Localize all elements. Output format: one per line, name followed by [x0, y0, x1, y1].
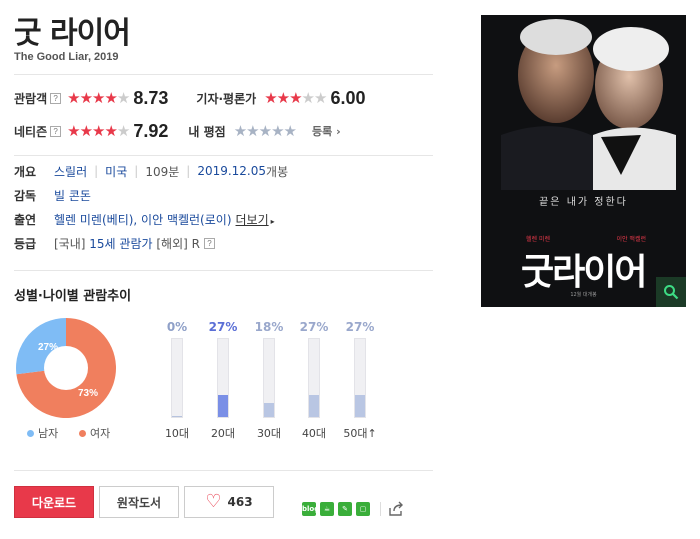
cafe-share-icon[interactable]: ☕	[320, 502, 334, 516]
age-bar-label: 50대↑	[343, 427, 377, 440]
heart-icon: ♡	[205, 491, 222, 512]
age-bar-fill	[218, 395, 228, 417]
age-bar-4: 27% 50대↑	[340, 320, 380, 441]
age-bar-2: 18% 30대	[249, 320, 289, 441]
age-bar-label: 40대	[301, 427, 327, 440]
critic-score: 6.00	[330, 87, 366, 108]
legend-male: 남자	[27, 425, 58, 441]
director-label: 감독	[14, 188, 37, 203]
cast-more-link[interactable]: 더보기 ▸	[236, 211, 275, 228]
cast-link[interactable]: 헬렌 미렌(베티), 이안 맥켈런(로이)	[54, 211, 232, 228]
help-icon[interactable]: ?	[50, 92, 62, 104]
share-icons: blog ☕ ✎ ▢	[302, 500, 405, 518]
cast-label: 출연	[14, 212, 37, 227]
age-bar-pct: 27%	[299, 320, 329, 334]
audience-rating-label: 관람객	[14, 91, 48, 106]
age-bar-pct: 27%	[208, 320, 238, 334]
download-button[interactable]: 다운로드	[14, 486, 94, 518]
director-link[interactable]: 빌 콘돈	[54, 187, 91, 204]
poster-tagline: 끝은 내가 정한다	[539, 197, 628, 208]
grade-kr-prefix: [국내]	[54, 236, 86, 251]
grade-row: 등급 [국내] 15세 관람가 [해외] R ?	[14, 234, 221, 252]
grade-kr-link[interactable]: 15세 관람가	[89, 235, 152, 252]
netizen-rating-label: 네티즌	[14, 124, 48, 139]
runtime: 109분	[145, 164, 180, 179]
movie-original-title: The Good Liar, 2019	[14, 51, 119, 63]
my-rating-stars[interactable]: ★★★★★	[234, 123, 297, 139]
age-bar-fill	[172, 416, 182, 417]
male-legend-label: 남자	[38, 427, 59, 440]
genre-link[interactable]: 스릴러	[54, 163, 87, 180]
like-button[interactable]: ♡ 463	[184, 486, 274, 518]
grade-label: 등급	[14, 236, 37, 251]
cast-row: 출연 헬렌 미렌(베티), 이안 맥켈런(로이) 더보기 ▸	[14, 210, 275, 228]
help-icon[interactable]: ?	[203, 237, 215, 249]
poster-name-right: 이안 맥켈런	[616, 236, 646, 243]
share-icon[interactable]	[387, 500, 405, 518]
my-rating-label: 내 평점	[188, 124, 226, 139]
female-pct-label: 73%	[78, 388, 98, 399]
poster-name-left: 헬렌 미렌	[526, 236, 550, 243]
age-bar-pct: 0%	[166, 320, 188, 334]
bookmark-share-icon[interactable]: ✎	[338, 502, 352, 516]
age-bar-track	[308, 338, 320, 418]
legend-female: 여자	[79, 425, 110, 441]
gender-donut-chart: 27% 73%	[16, 318, 116, 418]
release-date-link[interactable]: 2019.12.05	[197, 164, 266, 178]
age-bar-track	[171, 338, 183, 418]
movie-title: 굿 라이어	[14, 16, 131, 51]
audience-stars: ★★★★★	[67, 88, 130, 107]
age-bar-1: 27% 20대	[203, 320, 243, 441]
age-bar-fill	[355, 395, 365, 417]
age-bar-pct: 18%	[254, 320, 284, 334]
register-rating-link[interactable]: 등록 ›	[312, 123, 341, 139]
age-bar-track	[217, 338, 229, 418]
zoom-button[interactable]	[656, 277, 686, 307]
male-pct-label: 27%	[38, 342, 58, 353]
age-bar-track	[263, 338, 275, 418]
rating-row-netizen: 네티즌 ? ★★★★★ 7.92 내 평점 ★★★★★ 등록 ›	[14, 120, 341, 142]
age-bar-pct: 27%	[345, 320, 375, 334]
director-row: 감독 빌 콘돈	[14, 186, 91, 204]
poster-title: 굿라이어	[521, 252, 647, 293]
summary-label: 개요	[14, 164, 37, 179]
critic-rating-label: 기자·평론가	[196, 91, 257, 106]
age-bar-track	[354, 338, 366, 418]
original-book-button[interactable]: 원작도서	[99, 486, 179, 518]
age-bar-fill	[264, 402, 274, 417]
female-legend-label: 여자	[90, 427, 111, 440]
age-bar-3: 27% 40대	[294, 320, 334, 441]
country-link[interactable]: 미국	[105, 163, 127, 180]
female-dot	[79, 429, 86, 437]
grade-intl: [해외] R	[156, 236, 200, 251]
age-bar-label: 30대	[256, 427, 282, 440]
netizen-score: 7.92	[133, 120, 169, 141]
like-count: 463	[227, 495, 253, 509]
memo-share-icon[interactable]: ▢	[356, 502, 370, 516]
poster-names: 헬렌 미렌 이안 맥켈런	[526, 234, 646, 243]
demographics-title: 성별·나이별 관람추이	[14, 289, 132, 304]
divider	[14, 270, 433, 271]
divider	[14, 155, 433, 156]
release-suffix: 개봉	[266, 164, 289, 179]
critic-stars: ★★★★★	[264, 88, 327, 107]
rating-row-audience: 관람객 ? ★★★★★ 8.73 기자·평론가 ★★★★★ 6.00	[14, 87, 365, 109]
age-bar-label: 10대	[164, 427, 190, 440]
magnifier-icon	[664, 285, 679, 300]
audience-score: 8.73	[133, 87, 169, 108]
netizen-stars: ★★★★★	[67, 121, 130, 140]
age-bar-label: 20대	[210, 427, 236, 440]
divider	[14, 470, 433, 471]
help-icon[interactable]: ?	[50, 125, 62, 137]
summary-row: 개요 스릴러 | 미국 | 109분 | 2019.12.05 개봉	[14, 163, 289, 180]
blog-share-icon[interactable]: blog	[302, 502, 319, 516]
movie-poster[interactable]: 끝은 내가 정한다 헬렌 미렌 이안 맥켈런 굿라이어 12월 대개봉	[481, 15, 686, 307]
age-bar-0: 0% 10대	[157, 320, 197, 441]
male-dot	[27, 429, 34, 437]
divider	[14, 74, 433, 75]
age-bar-fill	[309, 395, 319, 417]
